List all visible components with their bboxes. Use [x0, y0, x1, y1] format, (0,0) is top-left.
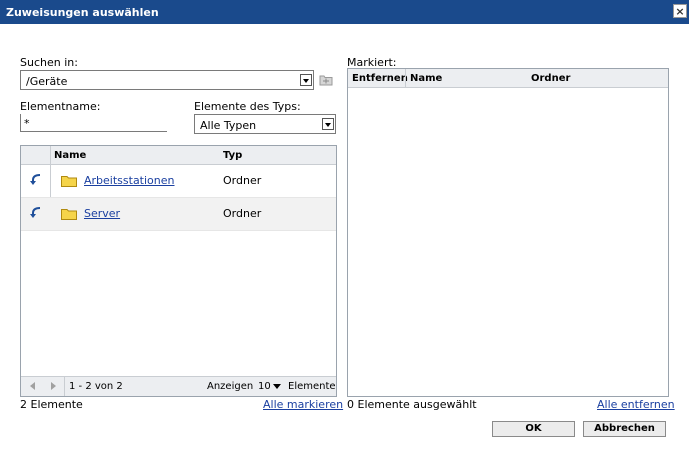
element-name-input[interactable]: *: [20, 114, 167, 132]
page-size-label: Anzeigen: [207, 381, 254, 392]
column-header-name[interactable]: Name: [410, 73, 442, 84]
element-type-select[interactable]: Alle Typen: [194, 114, 336, 134]
prev-page-icon[interactable]: [27, 380, 39, 392]
cancel-button[interactable]: Abbrechen: [583, 421, 666, 437]
element-name-value: *: [24, 117, 30, 130]
row-name-link[interactable]: Arbeitsstationen: [84, 174, 175, 187]
pagination-divider: [64, 377, 65, 396]
pagination-bar: 1 - 2 von 2 Anzeigen 10 Elemente: [21, 376, 336, 396]
column-header-name[interactable]: Name: [54, 150, 86, 161]
element-type-value: Alle Typen: [200, 119, 257, 132]
select-arrow-icon[interactable]: [28, 207, 42, 219]
element-name-label: Elementname:: [20, 100, 101, 113]
column-header-type[interactable]: Typ: [223, 150, 242, 161]
chevron-down-icon[interactable]: [300, 74, 312, 86]
row-name-link[interactable]: Server: [84, 207, 120, 220]
element-type-label: Elemente des Typs:: [194, 100, 301, 113]
dialog-titlebar: Zuweisungen auswählen ×: [0, 0, 689, 24]
pagination-range: 1 - 2 von 2: [69, 381, 123, 392]
browse-table-header: Name Typ: [21, 146, 336, 165]
selected-table-header: Entfernen Name Ordner: [348, 69, 668, 88]
page-size-unit: Elemente: [288, 381, 336, 392]
row-type: Ordner: [223, 174, 262, 187]
selected-table: Entfernen Name Ordner: [347, 68, 669, 397]
table-row[interactable]: Arbeitsstationen Ordner: [21, 165, 336, 198]
remove-all-link[interactable]: Alle entfernen: [597, 398, 675, 411]
column-header-remove[interactable]: Entfernen: [352, 73, 408, 84]
folder-icon: [61, 208, 77, 220]
chevron-down-icon[interactable]: [322, 118, 334, 130]
selected-count: 0 Elemente ausgewählt: [347, 398, 477, 411]
chevron-down-icon[interactable]: [273, 384, 281, 389]
search-in-combo[interactable]: /Geräte: [20, 70, 314, 90]
table-row[interactable]: Server Ordner: [21, 198, 336, 231]
ok-button[interactable]: OK: [492, 421, 575, 437]
browse-folder-icon[interactable]: [319, 74, 333, 86]
search-in-value: /Geräte: [26, 75, 68, 88]
browse-count: 2 Elemente: [20, 398, 83, 411]
page-size-value[interactable]: 10: [258, 381, 271, 392]
column-header-folder[interactable]: Ordner: [531, 73, 570, 84]
folder-icon: [61, 175, 77, 187]
select-all-link[interactable]: Alle markieren: [263, 398, 343, 411]
row-type: Ordner: [223, 207, 262, 220]
select-arrow-icon[interactable]: [28, 174, 42, 186]
search-in-label: Suchen in:: [20, 56, 78, 69]
close-icon[interactable]: ×: [673, 4, 687, 18]
browse-table: Name Typ Arbeitsstationen Ordner Server …: [20, 145, 337, 397]
next-page-icon[interactable]: [47, 380, 59, 392]
column-divider: [405, 69, 406, 87]
dialog-title: Zuweisungen auswählen: [6, 6, 159, 19]
